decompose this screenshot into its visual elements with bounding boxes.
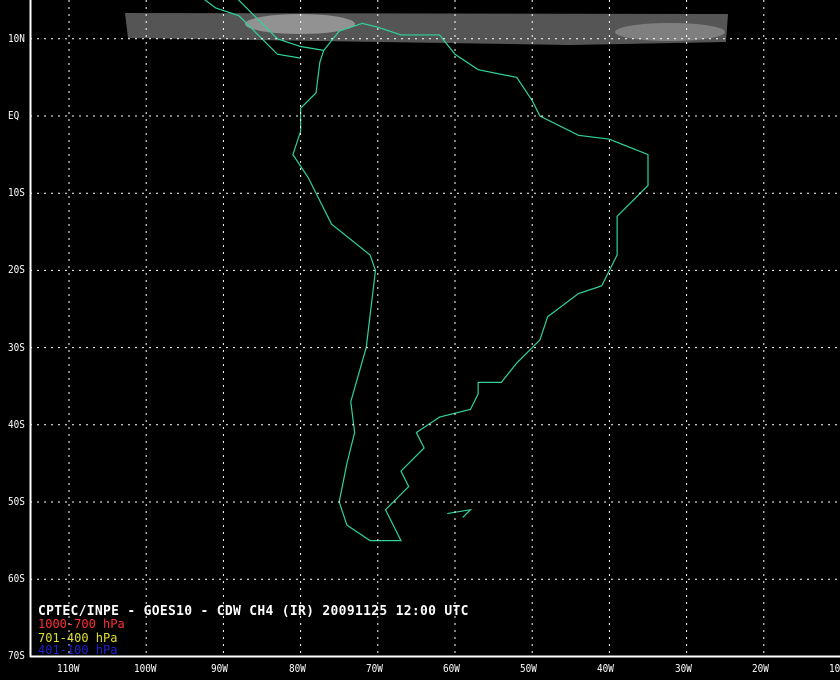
cloud-patch	[615, 23, 725, 41]
coastline-south-america	[292, 22, 649, 542]
lon-label: 20W	[751, 662, 769, 675]
lon-label: 110W	[57, 662, 80, 675]
lat-label: 50S	[8, 495, 25, 508]
lon-label: 10W	[829, 662, 840, 675]
lon-label: 50W	[520, 662, 538, 675]
legend-low-level: 1000-700 hPa	[38, 617, 125, 631]
lon-label: 100W	[134, 662, 157, 675]
lon-label: 90W	[211, 662, 229, 675]
lon-label: 30W	[674, 662, 692, 675]
lon-label: 70W	[365, 662, 383, 675]
lat-label: 60S	[8, 572, 25, 586]
satellite-map	[29, 0, 840, 658]
lon-label: 40W	[597, 662, 615, 675]
lat-label: 40S	[8, 417, 25, 431]
lat-label: 30S	[8, 340, 25, 354]
falkland-islands	[447, 508, 473, 518]
lon-label: 80W	[288, 662, 306, 675]
lat-label: 10S	[8, 186, 25, 200]
legend-high-level: 401-100 hPa	[38, 643, 118, 657]
lat-label: 10N	[8, 31, 25, 45]
lat-label: 70S	[8, 649, 25, 663]
lon-label: 60W	[443, 662, 460, 675]
lat-label: EQ	[8, 109, 20, 122]
lat-label: 20S	[8, 263, 25, 277]
